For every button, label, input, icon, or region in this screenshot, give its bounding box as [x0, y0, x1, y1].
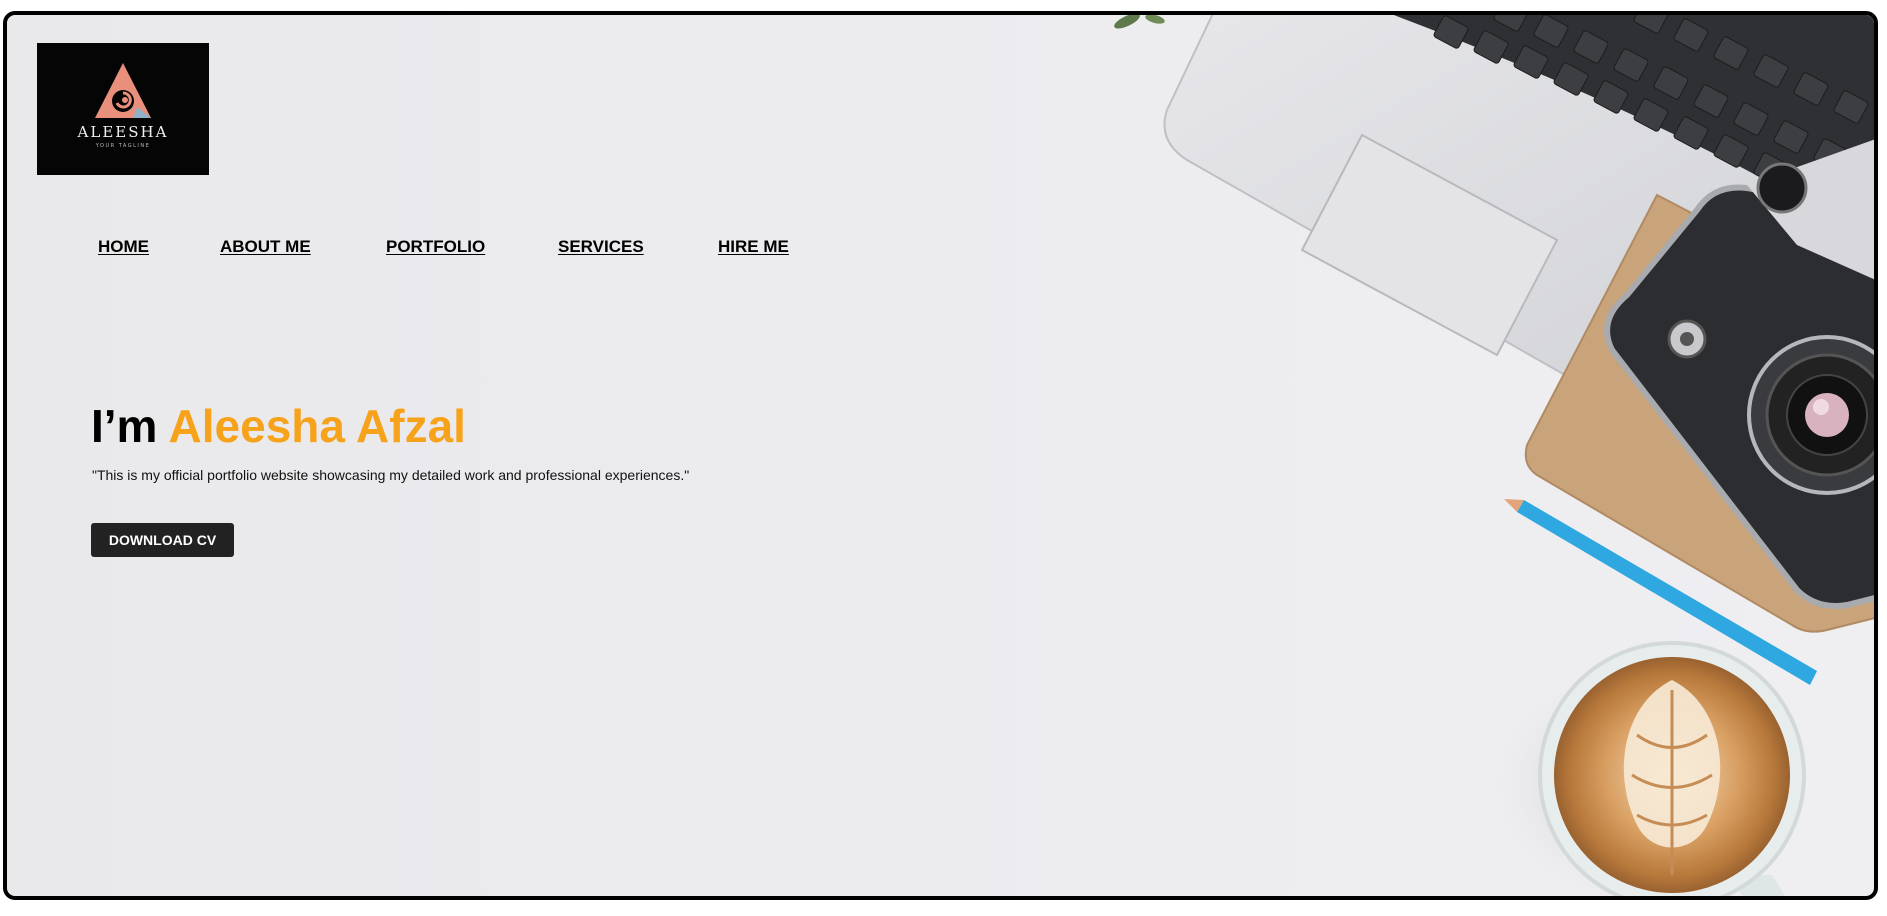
- hero-title: I’m Aleesha Afzal: [91, 399, 466, 453]
- nav-hire-me-link[interactable]: HIRE ME: [718, 237, 789, 257]
- desk-background-image: [1114, 15, 1874, 896]
- download-cv-button[interactable]: DOWNLOAD CV: [91, 523, 234, 557]
- nav-about-me-link[interactable]: ABOUT ME: [220, 237, 311, 257]
- hero-description: "This is my official portfolio website s…: [92, 467, 690, 483]
- logo-name: ALEESHA: [77, 123, 169, 141]
- hero-name: Aleesha Afzal: [168, 400, 466, 452]
- plant-leaves-icon: [1114, 15, 1165, 29]
- coffee-cup-icon: [1487, 641, 1806, 896]
- nav-services-link[interactable]: SERVICES: [558, 237, 644, 257]
- page-frame: ALEESHA YOUR TAGLINE HOME ABOUT ME PORTF…: [3, 11, 1878, 900]
- nav-home-link[interactable]: HOME: [98, 237, 149, 257]
- hero-greeting: I’m: [91, 400, 158, 452]
- brand-logo[interactable]: ALEESHA YOUR TAGLINE: [37, 43, 209, 175]
- triangle-swirl-icon: [95, 63, 151, 118]
- logo-tagline: YOUR TAGLINE: [95, 143, 151, 149]
- nav-portfolio-link[interactable]: PORTFOLIO: [386, 237, 485, 257]
